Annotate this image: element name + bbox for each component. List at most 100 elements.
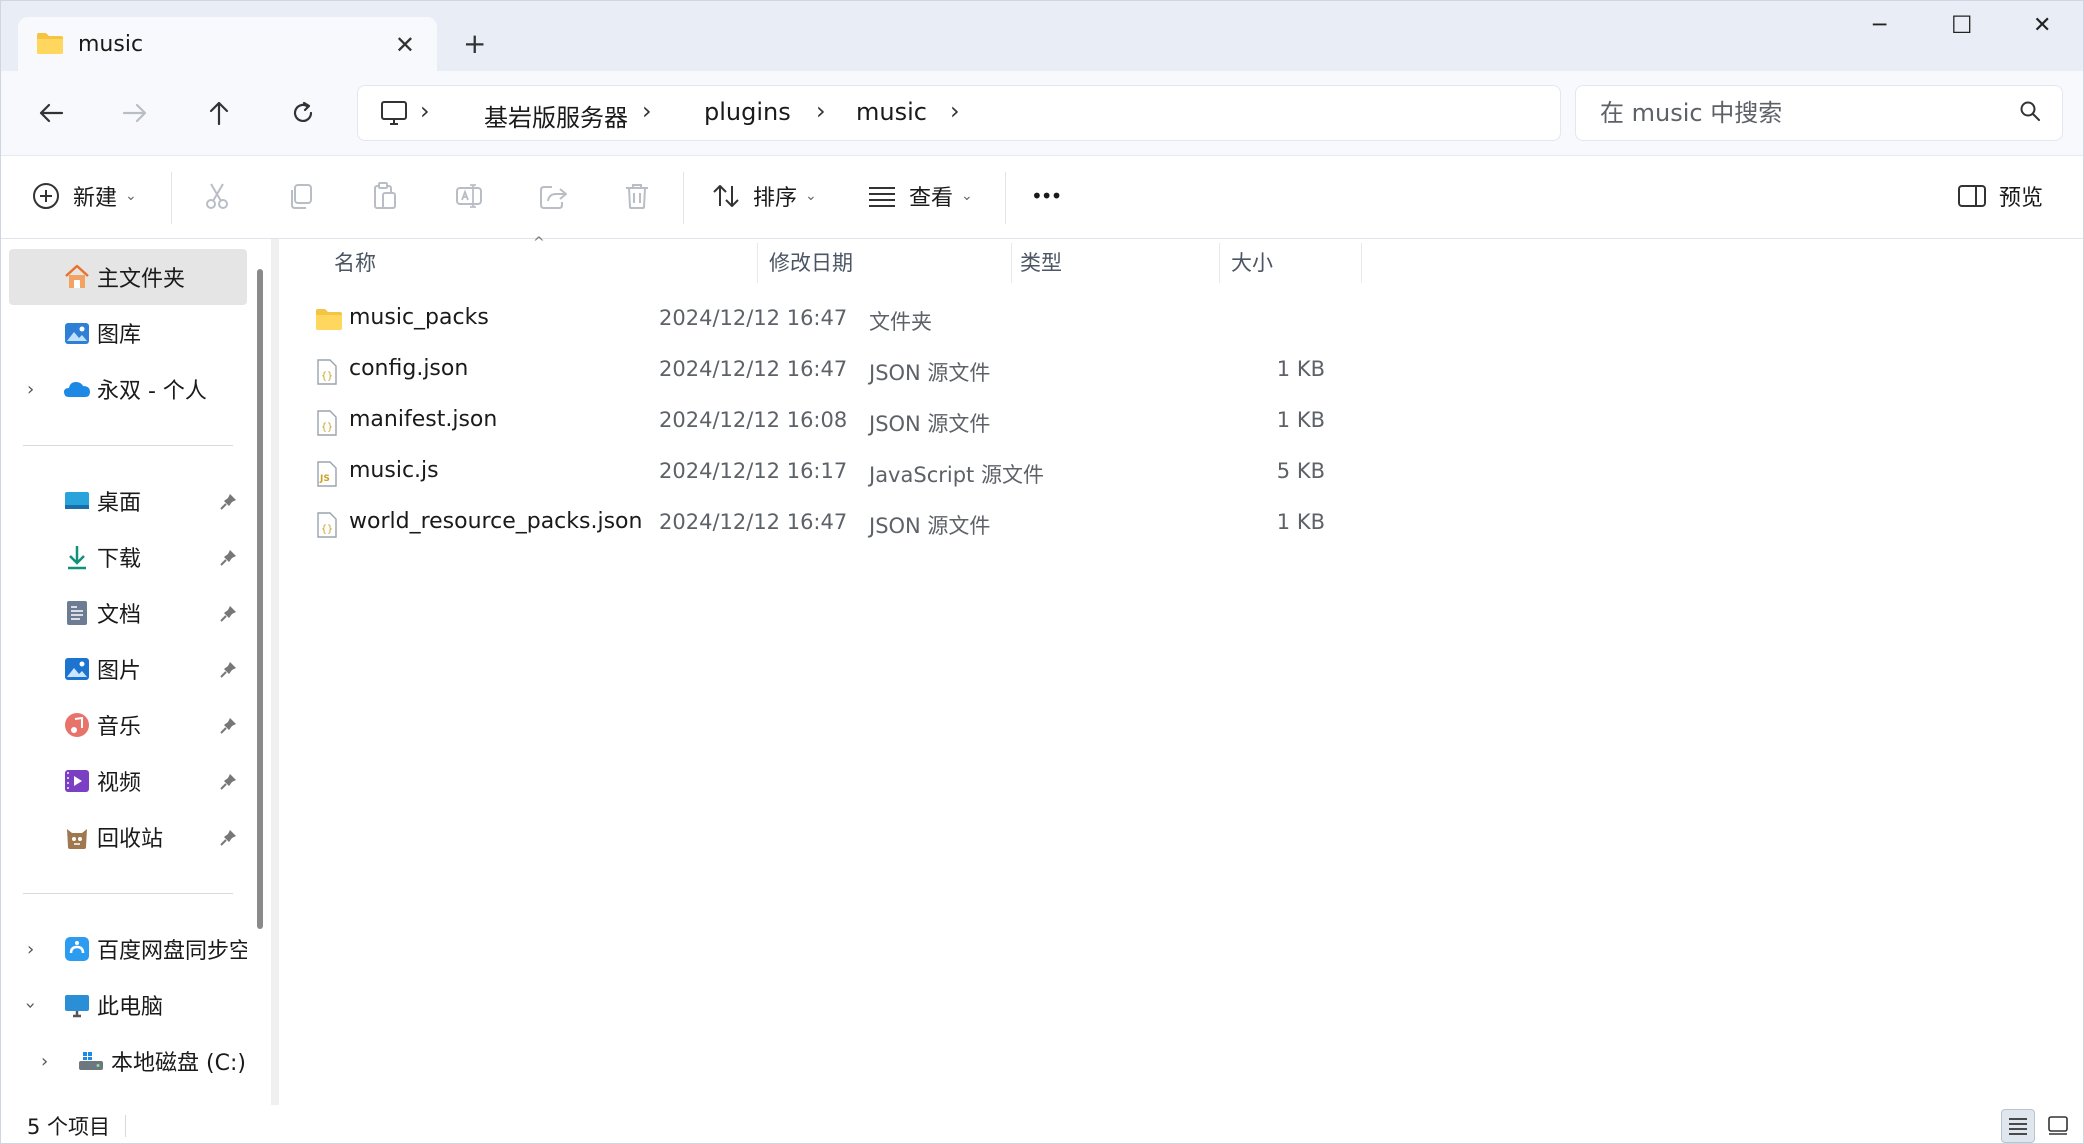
details-view-icon: [2009, 1118, 2027, 1135]
sidebar-scrollbar[interactable]: [257, 269, 263, 929]
file-row-music-packs[interactable]: music_packs 2024/12/12 16:47 文件夹: [309, 293, 1639, 344]
sidebar-item-pictures[interactable]: 图片: [9, 641, 247, 697]
column-header-type[interactable]: 类型: [1020, 239, 1062, 285]
delete-button[interactable]: [617, 176, 657, 216]
column-header-size[interactable]: 大小: [1231, 239, 1273, 285]
file-row-world-resource-packs-json[interactable]: {} world_resource_packs.json 2024/12/12 …: [309, 497, 1639, 548]
sidebar-item-videos[interactable]: 视频: [9, 753, 247, 809]
item-count: 5 个项目: [27, 1115, 111, 1139]
column-divider[interactable]: [1011, 243, 1012, 283]
breadcrumb-music[interactable]: music: [856, 98, 927, 126]
more-options-button[interactable]: •••: [1031, 174, 1062, 218]
chevron-right-icon[interactable]: ›: [420, 97, 430, 125]
music-icon: [63, 711, 91, 739]
paste-button[interactable]: [365, 176, 405, 216]
back-button[interactable]: [29, 93, 73, 133]
svg-text:JS: JS: [319, 474, 330, 484]
file-row-config-json[interactable]: {} config.json 2024/12/12 16:47 JSON 源文件…: [309, 344, 1639, 395]
sort-button[interactable]: 排序 ⌄: [711, 174, 817, 218]
gallery-icon: [63, 319, 91, 347]
sidebar-item-documents[interactable]: 文档: [9, 585, 247, 641]
file-size: 1 KB: [1276, 357, 1325, 381]
monitor-icon[interactable]: [380, 99, 408, 131]
search-input[interactable]: [1600, 96, 2000, 130]
address-bar[interactable]: › 基岩版服务器 › plugins › music ›: [357, 85, 1561, 141]
view-button-label: 查看: [909, 186, 954, 211]
this-pc-icon: [63, 991, 91, 1019]
search-icon[interactable]: [2018, 99, 2042, 127]
breadcrumb-server[interactable]: 基岩版服务器: [484, 98, 628, 133]
share-button[interactable]: [533, 176, 573, 216]
sidebar-item-baidu-netdisk[interactable]: › 百度网盘同步空间: [9, 921, 247, 977]
divider: [683, 172, 684, 224]
tiles-view-icon: [2048, 1116, 2068, 1135]
new-button[interactable]: 新建 ⌄: [31, 174, 137, 218]
sidebar-item-onedrive[interactable]: › 永双 - 个人: [9, 361, 247, 417]
tab-music[interactable]: music ✕: [18, 17, 437, 71]
sidebar-item-recycle-bin[interactable]: 回收站: [9, 809, 247, 865]
copy-button[interactable]: [281, 176, 321, 216]
close-window-button[interactable]: ✕: [2033, 13, 2051, 38]
new-tab-button[interactable]: +: [463, 27, 486, 60]
column-header-name[interactable]: 名称: [334, 239, 376, 285]
sidebar-item-label: 永双 - 个人: [97, 379, 207, 404]
chevron-down-icon[interactable]: ›: [20, 1001, 41, 1008]
refresh-button[interactable]: [281, 93, 325, 133]
navigation-pane: 主文件夹 图库 › 永双 - 个人 桌面 下载 文档 图片 音乐 视频 回收站 …: [1, 239, 271, 1105]
preview-pane-button[interactable]: 预览: [1957, 174, 2043, 218]
column-divider[interactable]: [757, 243, 758, 283]
view-button[interactable]: 查看 ⌄: [867, 174, 973, 218]
sidebar-item-desktop[interactable]: 桌面: [9, 473, 247, 529]
cut-button[interactable]: [197, 176, 237, 216]
column-divider[interactable]: [1361, 243, 1362, 283]
sidebar-item-downloads[interactable]: 下载: [9, 529, 247, 585]
pin-icon[interactable]: [219, 548, 237, 573]
chevron-right-icon[interactable]: ›: [41, 1051, 48, 1072]
sidebar-item-home[interactable]: 主文件夹: [9, 249, 247, 305]
pin-icon[interactable]: [219, 492, 237, 517]
file-size: 5 KB: [1276, 459, 1325, 483]
minimize-button[interactable]: ─: [1873, 13, 1886, 38]
pin-icon[interactable]: [219, 716, 237, 741]
maximize-button[interactable]: ☐: [1951, 11, 1973, 39]
tab-close-icon[interactable]: ✕: [395, 31, 415, 59]
forward-button[interactable]: [113, 93, 157, 133]
chevron-right-icon[interactable]: ›: [27, 379, 34, 400]
tiles-view-button[interactable]: [2041, 1109, 2075, 1143]
chevron-down-icon: ⌄: [961, 188, 973, 204]
pin-icon[interactable]: [219, 828, 237, 853]
file-modified: 2024/12/12 16:47: [659, 357, 848, 381]
sidebar-item-label: 桌面: [97, 491, 142, 516]
up-button[interactable]: [197, 93, 241, 133]
pane-splitter[interactable]: [271, 239, 279, 1105]
chevron-right-icon[interactable]: ›: [816, 97, 826, 125]
chevron-right-icon[interactable]: ›: [950, 97, 960, 125]
sidebar-item-this-pc[interactable]: › 此电脑: [9, 977, 247, 1033]
pin-icon[interactable]: [219, 772, 237, 797]
chevron-right-icon[interactable]: ›: [642, 97, 652, 125]
arrow-up-icon: [209, 101, 229, 126]
pin-icon[interactable]: [219, 604, 237, 629]
sidebar-item-local-disk-c[interactable]: › 本地磁盘 (C:): [23, 1033, 261, 1089]
column-divider[interactable]: [1219, 243, 1220, 283]
file-size: 1 KB: [1276, 408, 1325, 432]
rename-button[interactable]: [449, 176, 489, 216]
file-row-manifest-json[interactable]: {} manifest.json 2024/12/12 16:08 JSON 源…: [309, 395, 1639, 446]
column-header-modified[interactable]: 修改日期: [769, 239, 853, 285]
sidebar-item-gallery[interactable]: 图库: [9, 305, 247, 361]
details-view-button[interactable]: [2001, 1109, 2035, 1143]
sidebar-item-music[interactable]: 音乐: [9, 697, 247, 753]
trash-icon: [626, 184, 648, 209]
json-file-icon: {}: [315, 409, 341, 436]
breadcrumb-plugins[interactable]: plugins: [704, 98, 791, 126]
sort-button-label: 排序: [753, 186, 798, 211]
pin-icon[interactable]: [219, 660, 237, 685]
file-row-music-js[interactable]: JS music.js 2024/12/12 16:17 JavaScript …: [309, 446, 1639, 497]
sidebar-item-label: 下载: [97, 547, 142, 572]
chevron-right-icon[interactable]: ›: [27, 939, 34, 960]
sidebar-item-label: 视频: [97, 771, 142, 796]
search-box[interactable]: [1575, 85, 2063, 141]
status-bar: 5 个项目: [1, 1105, 2083, 1143]
file-size: 1 KB: [1276, 510, 1325, 534]
svg-text:{}: {}: [321, 371, 333, 382]
